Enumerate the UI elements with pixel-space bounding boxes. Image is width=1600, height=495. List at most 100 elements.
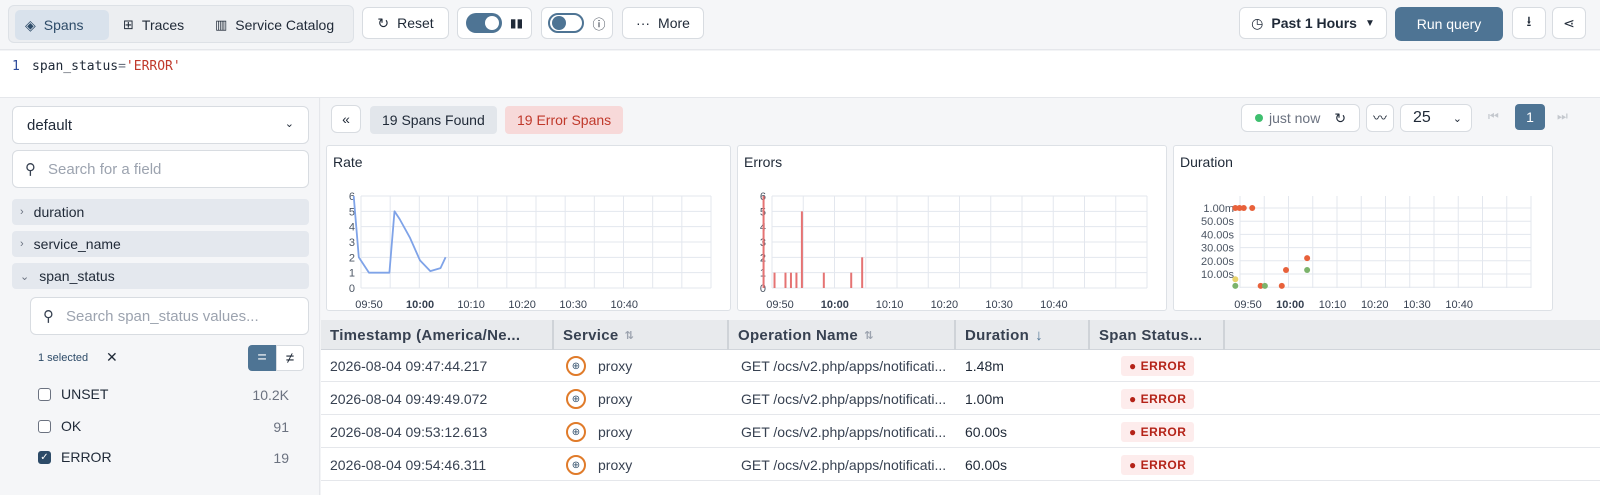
tab-traces[interactable]: ⊞ Traces: [113, 10, 201, 40]
equals-mode-button[interactable]: =: [248, 345, 276, 371]
value-option-unset[interactable]: UNSET: [38, 386, 108, 402]
column-header-label: Operation Name: [738, 326, 859, 344]
status-text: ERROR: [1140, 359, 1187, 373]
duration-chart: 1.00m50.00s40.00s 30.00s20.00s10.00s 09:50…: [1201, 196, 1532, 311]
value-label: OK: [61, 418, 82, 434]
refresh-icon[interactable]: ↻: [1334, 110, 1346, 127]
time-range-select[interactable]: ◷ Past 1 Hours ▼: [1239, 7, 1387, 39]
field-label-duration: duration: [33, 204, 85, 220]
download-button[interactable]: ⭳: [1512, 7, 1546, 39]
sort-descending-icon: ↓: [1035, 326, 1043, 344]
field-search-input[interactable]: ⚲ Search for a field: [12, 150, 309, 188]
duration-point: [1304, 255, 1311, 262]
field-row-span-status[interactable]: ⌄ span_status: [12, 263, 309, 289]
page-size-value: 25: [1413, 109, 1431, 126]
cell-duration: 60.00s: [965, 457, 1008, 473]
more-button[interactable]: ··· More: [622, 7, 704, 39]
cell-timestamp: 2026-08-04 09:53:12.613: [330, 424, 488, 440]
reset-button[interactable]: ↻ Reset: [362, 7, 449, 39]
column-header-operation[interactable]: Operation Name ⇅: [729, 320, 956, 350]
field-label-service-name: service_name: [33, 236, 121, 252]
field-row-duration[interactable]: › duration: [12, 199, 309, 225]
reset-icon: ↻: [377, 14, 390, 31]
value-count: 10.2K: [252, 387, 289, 403]
run-query-button[interactable]: Run query: [1395, 7, 1503, 41]
tab-spans-label: Spans: [43, 17, 84, 33]
status-badge: ● ERROR: [1121, 389, 1195, 409]
x-tick-label: 10:00: [821, 299, 849, 311]
first-page-icon[interactable]: ⏮: [1488, 109, 1499, 124]
globe-icon: ⊕: [566, 389, 586, 409]
y-tick-label: 1.00m: [1203, 203, 1234, 215]
cell-status: ● ERROR: [1121, 449, 1221, 481]
cell-service: ⊕ proxy: [566, 350, 726, 382]
checkbox[interactable]: [38, 419, 51, 433]
value-search-input[interactable]: ⚲ Search span_status values...: [30, 297, 309, 335]
layers-icon: ◈: [25, 16, 36, 33]
duration-point: [1232, 276, 1239, 283]
value-count: 91: [273, 419, 289, 435]
cell-operation: GET /ocs/v2.php/apps/notificati...: [741, 424, 947, 440]
last-page-icon[interactable]: ⏭: [1557, 109, 1568, 124]
alert-circle-icon: ⓘ: [592, 16, 606, 32]
more-label: More: [658, 15, 690, 31]
table-row[interactable]: 2026-08-04 09:54:46.311 ⊕ proxy GET /ocs/v2…: [321, 449, 1600, 481]
x-tick-label: 10:00: [406, 299, 434, 311]
refresh-control[interactable]: just now ↻: [1241, 104, 1360, 132]
cell-operation: GET /ocs/v2.php/apps/notificati...: [741, 457, 947, 473]
cell-timestamp: 2026-08-04 09:49:49.072: [330, 391, 488, 407]
x-tick-label: 10:00: [1276, 299, 1304, 311]
not-equals-mode-button[interactable]: ≠: [276, 345, 304, 371]
column-header-timestamp[interactable]: Timestamp (America/Ne...: [321, 320, 554, 350]
current-page-button[interactable]: 1: [1515, 104, 1545, 130]
clear-selection-icon[interactable]: ✕: [106, 349, 118, 366]
tab-spans[interactable]: ◈ Spans: [15, 10, 109, 40]
table-row[interactable]: 2026-08-04 09:49:49.072 ⊕ proxy GET /ocs/v2…: [321, 383, 1600, 415]
collapse-sidebar-button[interactable]: «: [331, 105, 361, 133]
ellipsis-icon: ···: [636, 15, 651, 31]
trend-toggle-button[interactable]: 〰: [1366, 104, 1394, 132]
value-option-ok[interactable]: OK: [38, 418, 81, 434]
column-header-duration[interactable]: Duration ↓: [956, 320, 1090, 350]
sort-icon: ⇅: [624, 329, 635, 342]
tab-service-catalog[interactable]: ▥ Service Catalog: [205, 10, 351, 40]
field-row-service-name[interactable]: › service_name: [12, 231, 309, 257]
chart-toggle-group[interactable]: ▮▮: [457, 7, 532, 39]
duration-chart-panel: Duration 1.00m 50.00s 40.00s 30.00s 20.00s 10…: [1173, 145, 1553, 311]
y-tick-label: 0: [349, 283, 355, 295]
errors-chart: 654321009:5010:0010:1010:2010:3010:40: [760, 191, 1148, 311]
error-toggle[interactable]: [548, 13, 585, 33]
error-toggle-group[interactable]: ⓘ: [541, 7, 613, 39]
field-search-placeholder: Search for a field: [48, 160, 162, 178]
column-header-span-status[interactable]: Span Status...: [1090, 320, 1225, 350]
value-option-error[interactable]: ✓ ERROR: [38, 449, 112, 465]
chart-toggle[interactable]: [465, 13, 502, 33]
query-text[interactable]: span_status='ERROR': [32, 59, 181, 74]
checkbox[interactable]: [38, 387, 51, 401]
duration-point: [1304, 267, 1311, 274]
page-size-select[interactable]: 25 ⌄: [1400, 104, 1472, 132]
table-row[interactable]: 2026-08-04 09:47:44.217 ⊕ proxy GET /ocs/v2…: [321, 350, 1600, 382]
x-tick-label: 10:20: [931, 299, 959, 311]
rate-series-line: [352, 195, 447, 274]
cell-service: ⊕ proxy: [566, 449, 726, 481]
table-row[interactable]: 2026-08-04 09:53:12.613 ⊕ proxy GET /ocs/v2…: [321, 416, 1600, 448]
share-button[interactable]: ⋖: [1552, 7, 1586, 39]
source-select[interactable]: default ⌄: [12, 106, 309, 144]
search-icon: ⚲: [25, 161, 36, 178]
cell-duration: 1.48m: [965, 358, 1004, 374]
share-icon: ⋖: [1563, 14, 1575, 31]
y-tick-label: 50.00s: [1201, 216, 1235, 228]
query-editor[interactable]: 1 span_status='ERROR': [0, 51, 1600, 98]
chevron-right-icon: ›: [20, 238, 24, 250]
duration-point: [1278, 282, 1285, 289]
y-tick-label: 40.00s: [1201, 229, 1235, 241]
status-text: ERROR: [1140, 425, 1187, 439]
checkbox-checked[interactable]: ✓: [38, 450, 51, 464]
errors-chart-panel: Errors 654321009:5010:0010:1010:2010:301…: [737, 145, 1167, 311]
value-search-placeholder: Search span_status values...: [66, 307, 259, 325]
status-badge: ● ERROR: [1121, 356, 1195, 376]
column-header-service[interactable]: Service ⇅: [554, 320, 729, 350]
search-icon: ⚲: [43, 308, 54, 325]
chevron-right-icon: ›: [20, 206, 24, 218]
